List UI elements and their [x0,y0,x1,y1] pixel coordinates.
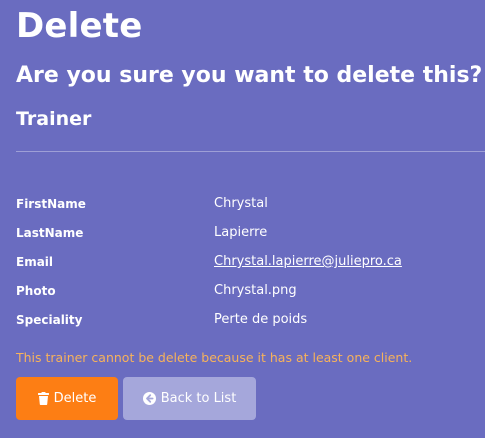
trash-icon [37,392,49,405]
detail-value: Chrystal.png [214,283,297,298]
page-title: Delete [16,6,143,46]
detail-row-speciality: Speciality Perte de poids [16,305,476,334]
detail-value: Chrystal.lapierre@juliepro.ca [214,254,402,269]
details-list: FirstName Chrystal LastName Lapierre Ema… [16,189,476,334]
confirm-question: Are you sure you want to delete this? [16,63,483,88]
detail-row-photo: Photo Chrystal.png [16,276,476,305]
detail-label: Speciality [16,312,83,327]
warning-message: This trainer cannot be delete because it… [16,350,413,365]
detail-value: Perte de poids [214,312,308,327]
detail-value: Chrystal [214,196,268,211]
arrow-circle-left-icon [142,392,156,405]
back-to-list-button[interactable]: Back to List [123,377,256,420]
detail-row-firstname: FirstName Chrystal [16,189,476,218]
detail-label: FirstName [16,196,86,211]
detail-row-lastname: LastName Lapierre [16,218,476,247]
form-actions: Delete Back to List [16,377,256,420]
detail-label: Photo [16,283,56,298]
email-link[interactable]: Chrystal.lapierre@juliepro.ca [214,254,402,269]
delete-button[interactable]: Delete [16,377,118,420]
detail-row-email: Email Chrystal.lapierre@juliepro.ca [16,247,476,276]
detail-label: LastName [16,225,84,240]
delete-button-label: Delete [53,391,97,406]
back-button-label: Back to List [160,391,237,406]
divider [16,151,485,152]
detail-label: Email [16,254,54,269]
detail-value: Lapierre [214,225,268,240]
entity-heading: Trainer [16,108,92,130]
